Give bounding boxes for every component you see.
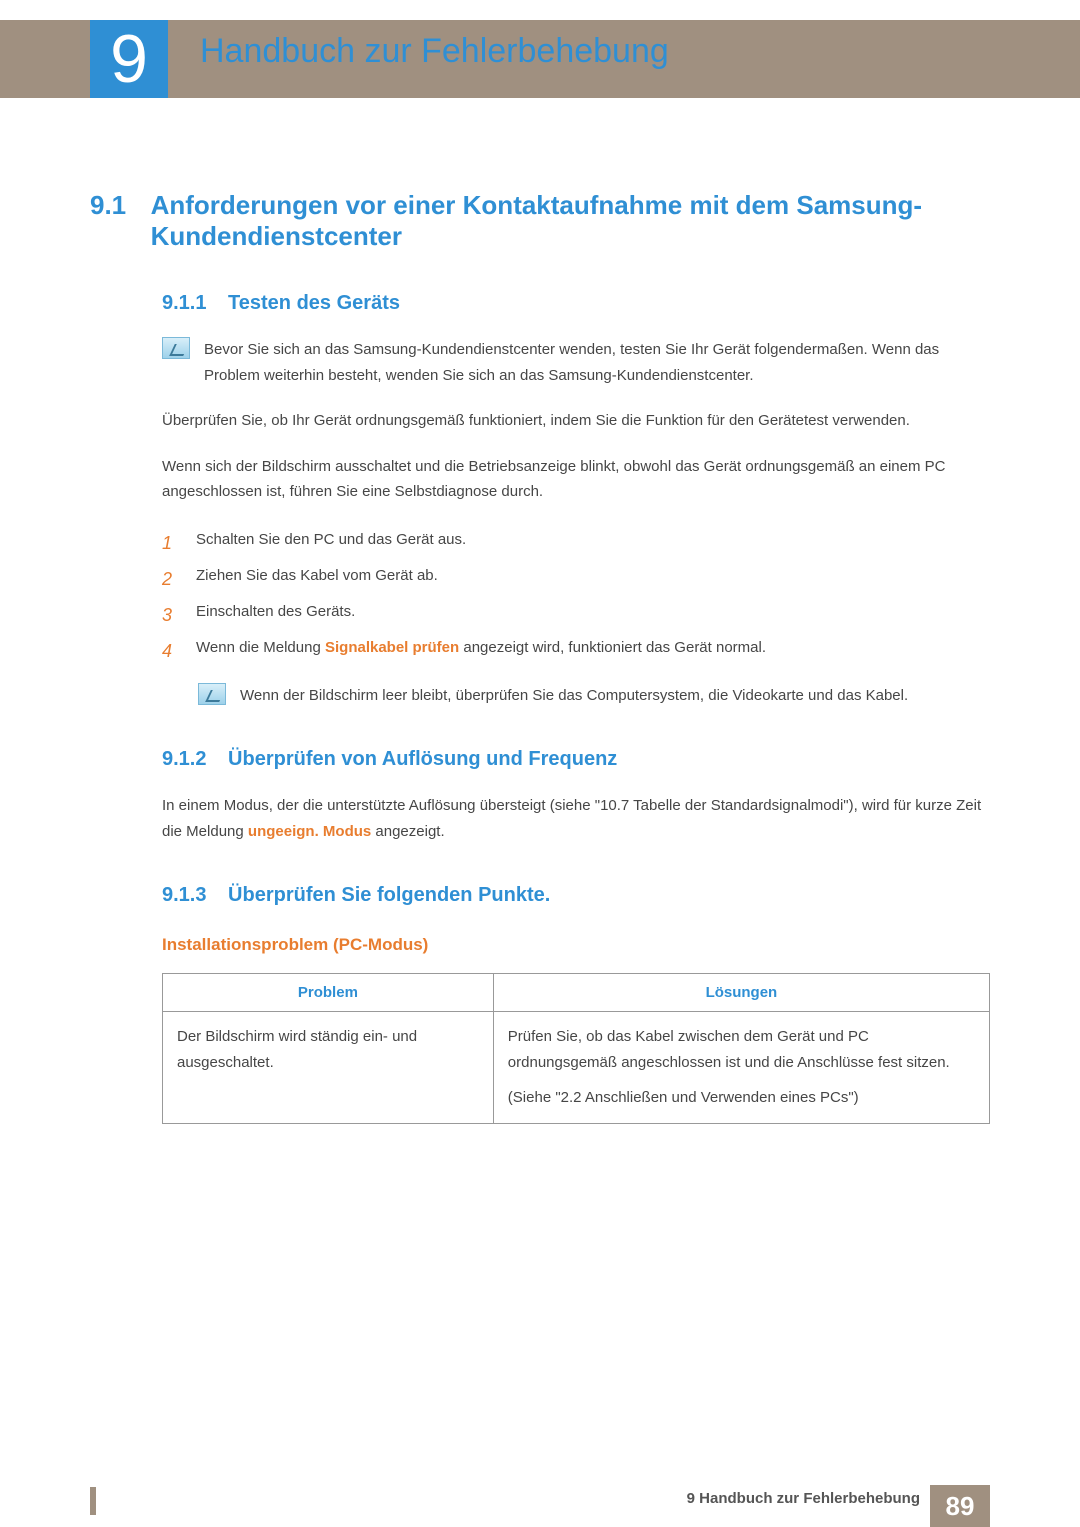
chapter-number-badge: 9 (90, 20, 168, 98)
table-row: Der Bildschirm wird ständig ein- und aus… (163, 1012, 990, 1124)
inline-highlight: ungeeign. Modus (248, 823, 371, 840)
inline-highlight: Signalkabel prüfen (325, 639, 459, 656)
solution-cell: Prüfen Sie, ob das Kabel zwischen dem Ge… (493, 1012, 989, 1124)
section-heading: 9.1 Anforderungen vor einer Kontaktaufna… (90, 190, 990, 252)
subsection-title: Überprüfen von Auflösung und Frequenz (228, 748, 617, 770)
step-text: Einschalten des Geräts. (196, 597, 355, 633)
subsection-number: 9.1.2 (162, 748, 206, 770)
list-item: 4 Wenn die Meldung Signalkabel prüfen an… (162, 633, 990, 669)
step-number: 3 (162, 597, 180, 633)
footer-chapter-label: 9 Handbuch zur Fehlerbehebung (687, 1490, 920, 1507)
subsection-title: Überprüfen Sie folgenden Punkte. (228, 884, 550, 906)
list-item: 3 Einschalten des Geräts. (162, 597, 990, 633)
subsection-9-1-1: 9.1.1 Testen des Geräts Bevor Sie sich a… (162, 292, 990, 708)
note-block: Wenn der Bildschirm leer bleibt, überprü… (198, 683, 990, 709)
group-heading: Installationsproblem (PC-Modus) (162, 935, 990, 955)
table-header-row: Problem Lösungen (163, 974, 990, 1012)
note-icon (162, 337, 190, 359)
subsection-number: 9.1.1 (162, 292, 206, 314)
subsection-9-1-3: 9.1.3 Überprüfen Sie folgenden Punkte. I… (162, 884, 990, 1124)
section-title: Anforderungen vor einer Kontaktaufnahme … (151, 190, 931, 252)
note-icon (198, 683, 226, 705)
step-text: Schalten Sie den PC und das Gerät aus. (196, 525, 466, 561)
step-text: Wenn die Meldung Signalkabel prüfen ange… (196, 633, 766, 669)
text-fragment: Wenn die Meldung (196, 639, 325, 656)
solution-line: Prüfen Sie, ob das Kabel zwischen dem Ge… (508, 1024, 975, 1075)
section-number: 9.1 (90, 190, 126, 221)
chapter-title: Handbuch zur Fehlerbehebung (200, 32, 669, 71)
paragraph: In einem Modus, der die unterstützte Auf… (162, 793, 990, 844)
problem-cell: Der Bildschirm wird ständig ein- und aus… (163, 1012, 494, 1124)
table-header-solution: Lösungen (493, 974, 989, 1012)
text-fragment: angezeigt wird, funktioniert das Gerät n… (459, 639, 766, 656)
subsection-heading: 9.1.2 Überprüfen von Auflösung und Frequ… (162, 748, 990, 771)
troubleshooting-table: Problem Lösungen Der Bildschirm wird stä… (162, 973, 990, 1124)
step-number: 2 (162, 561, 180, 597)
footer-accent (90, 1487, 96, 1515)
step-text: Ziehen Sie das Kabel vom Gerät ab. (196, 561, 438, 597)
subsection-title: Testen des Geräts (228, 292, 400, 314)
page-footer: 9 Handbuch zur Fehlerbehebung 89 (0, 1485, 1080, 1527)
subsection-heading: 9.1.3 Überprüfen Sie folgenden Punkte. (162, 884, 990, 907)
paragraph: Wenn sich der Bildschirm ausschaltet und… (162, 454, 990, 505)
list-item: 1 Schalten Sie den PC und das Gerät aus. (162, 525, 990, 561)
note-text: Wenn der Bildschirm leer bleibt, überprü… (240, 683, 908, 709)
step-number: 4 (162, 633, 180, 669)
subsection-9-1-2: 9.1.2 Überprüfen von Auflösung und Frequ… (162, 748, 990, 844)
subsection-heading: 9.1.1 Testen des Geräts (162, 292, 990, 315)
paragraph: Überprüfen Sie, ob Ihr Gerät ordnungsgem… (162, 408, 990, 434)
subsection-number: 9.1.3 (162, 884, 206, 906)
list-item: 2 Ziehen Sie das Kabel vom Gerät ab. (162, 561, 990, 597)
step-number: 1 (162, 525, 180, 561)
text-fragment: angezeigt. (371, 823, 444, 840)
note-text: Bevor Sie sich an das Samsung-Kundendien… (204, 337, 990, 388)
solution-line: (Siehe "2.2 Anschließen und Verwenden ei… (508, 1085, 975, 1111)
step-list: 1Schalten Sie den PC und das Gerät aus. … (162, 525, 990, 669)
page-content: 9.1 Anforderungen vor einer Kontaktaufna… (90, 190, 990, 1124)
note-block: Bevor Sie sich an das Samsung-Kundendien… (162, 337, 990, 388)
footer-page-number: 89 (930, 1485, 990, 1527)
table-header-problem: Problem (163, 974, 494, 1012)
